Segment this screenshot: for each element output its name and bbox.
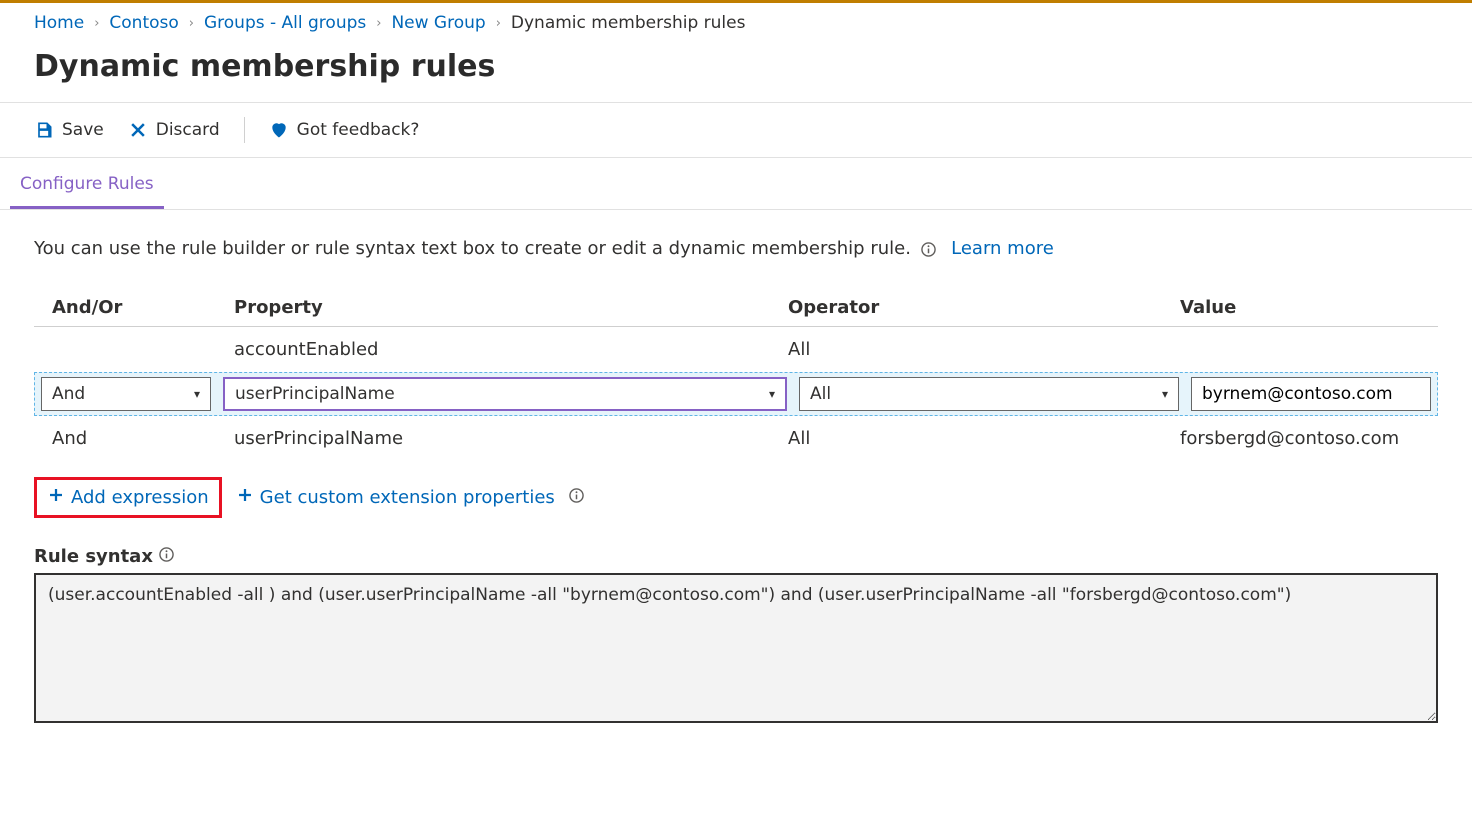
chevron-right-icon: › (94, 16, 99, 31)
cell-andor: And (52, 428, 222, 449)
breadcrumb-home[interactable]: Home (34, 13, 84, 33)
chevron-down-icon: ▾ (194, 387, 200, 401)
operator-dropdown[interactable]: All ▾ (799, 377, 1179, 411)
close-icon (128, 120, 148, 140)
chevron-right-icon: › (376, 16, 381, 31)
chevron-right-icon: › (189, 16, 194, 31)
add-expression-button[interactable]: Add expression (47, 486, 209, 509)
chevron-right-icon: › (496, 16, 501, 31)
save-button[interactable]: Save (34, 120, 104, 140)
info-icon (569, 487, 584, 508)
tab-configure-rules[interactable]: Configure Rules (10, 158, 164, 209)
info-icon (921, 242, 936, 257)
get-custom-extension-button[interactable]: Get custom extension properties (236, 486, 555, 509)
discard-button[interactable]: Discard (128, 120, 220, 140)
col-operator: Operator (788, 297, 1168, 318)
chevron-down-icon: ▾ (1162, 387, 1168, 401)
plus-icon (236, 486, 254, 509)
discard-label: Discard (156, 120, 220, 140)
cell-property: accountEnabled (234, 339, 776, 360)
property-dropdown[interactable]: userPrincipalName ▾ (223, 377, 787, 411)
breadcrumb-current: Dynamic membership rules (511, 13, 746, 33)
toolbar-divider (244, 117, 245, 143)
cell-operator: All (788, 339, 1168, 360)
table-row: accountEnabled All (34, 327, 1438, 372)
breadcrumb-newgroup[interactable]: New Group (391, 13, 485, 33)
rule-table: And/Or Property Operator Value accountEn… (34, 289, 1438, 461)
intro-text-span: You can use the rule builder or rule syn… (34, 238, 911, 259)
andor-dropdown[interactable]: And ▾ (41, 377, 211, 411)
plus-icon (47, 486, 65, 509)
table-row-active: And ▾ userPrincipalName ▾ All ▾ (34, 372, 1438, 416)
intro-text: You can use the rule builder or rule syn… (34, 238, 1438, 259)
andor-value: And (52, 384, 85, 404)
feedback-label: Got feedback? (297, 120, 420, 140)
col-value: Value (1180, 297, 1420, 318)
breadcrumb-groups[interactable]: Groups - All groups (204, 13, 366, 33)
breadcrumb-contoso[interactable]: Contoso (109, 13, 178, 33)
info-icon (159, 546, 174, 567)
page-title: Dynamic membership rules (34, 49, 1438, 84)
table-header-row: And/Or Property Operator Value (34, 289, 1438, 327)
rule-syntax-label-text: Rule syntax (34, 546, 153, 567)
property-value: userPrincipalName (235, 384, 395, 404)
breadcrumb: Home › Contoso › Groups - All groups › N… (0, 3, 1472, 39)
rule-syntax-textarea[interactable] (34, 573, 1438, 723)
heart-icon (269, 120, 289, 140)
get-custom-extension-label: Get custom extension properties (260, 487, 555, 508)
operator-value: All (810, 384, 831, 404)
toolbar: Save Discard Got feedback? (0, 103, 1472, 158)
save-icon (34, 120, 54, 140)
col-andor: And/Or (52, 297, 222, 318)
value-input[interactable] (1191, 377, 1431, 411)
save-label: Save (62, 120, 104, 140)
cell-property: userPrincipalName (234, 428, 776, 449)
col-property: Property (234, 297, 776, 318)
chevron-down-icon: ▾ (769, 387, 775, 401)
add-expression-label: Add expression (71, 487, 209, 508)
table-row: And userPrincipalName All forsbergd@cont… (34, 416, 1438, 461)
rule-syntax-label: Rule syntax (34, 546, 1438, 567)
feedback-button[interactable]: Got feedback? (269, 120, 420, 140)
tabs: Configure Rules (0, 158, 1472, 210)
cell-operator: All (788, 428, 1168, 449)
cell-value: forsbergd@contoso.com (1180, 428, 1420, 449)
learn-more-link[interactable]: Learn more (951, 238, 1054, 259)
